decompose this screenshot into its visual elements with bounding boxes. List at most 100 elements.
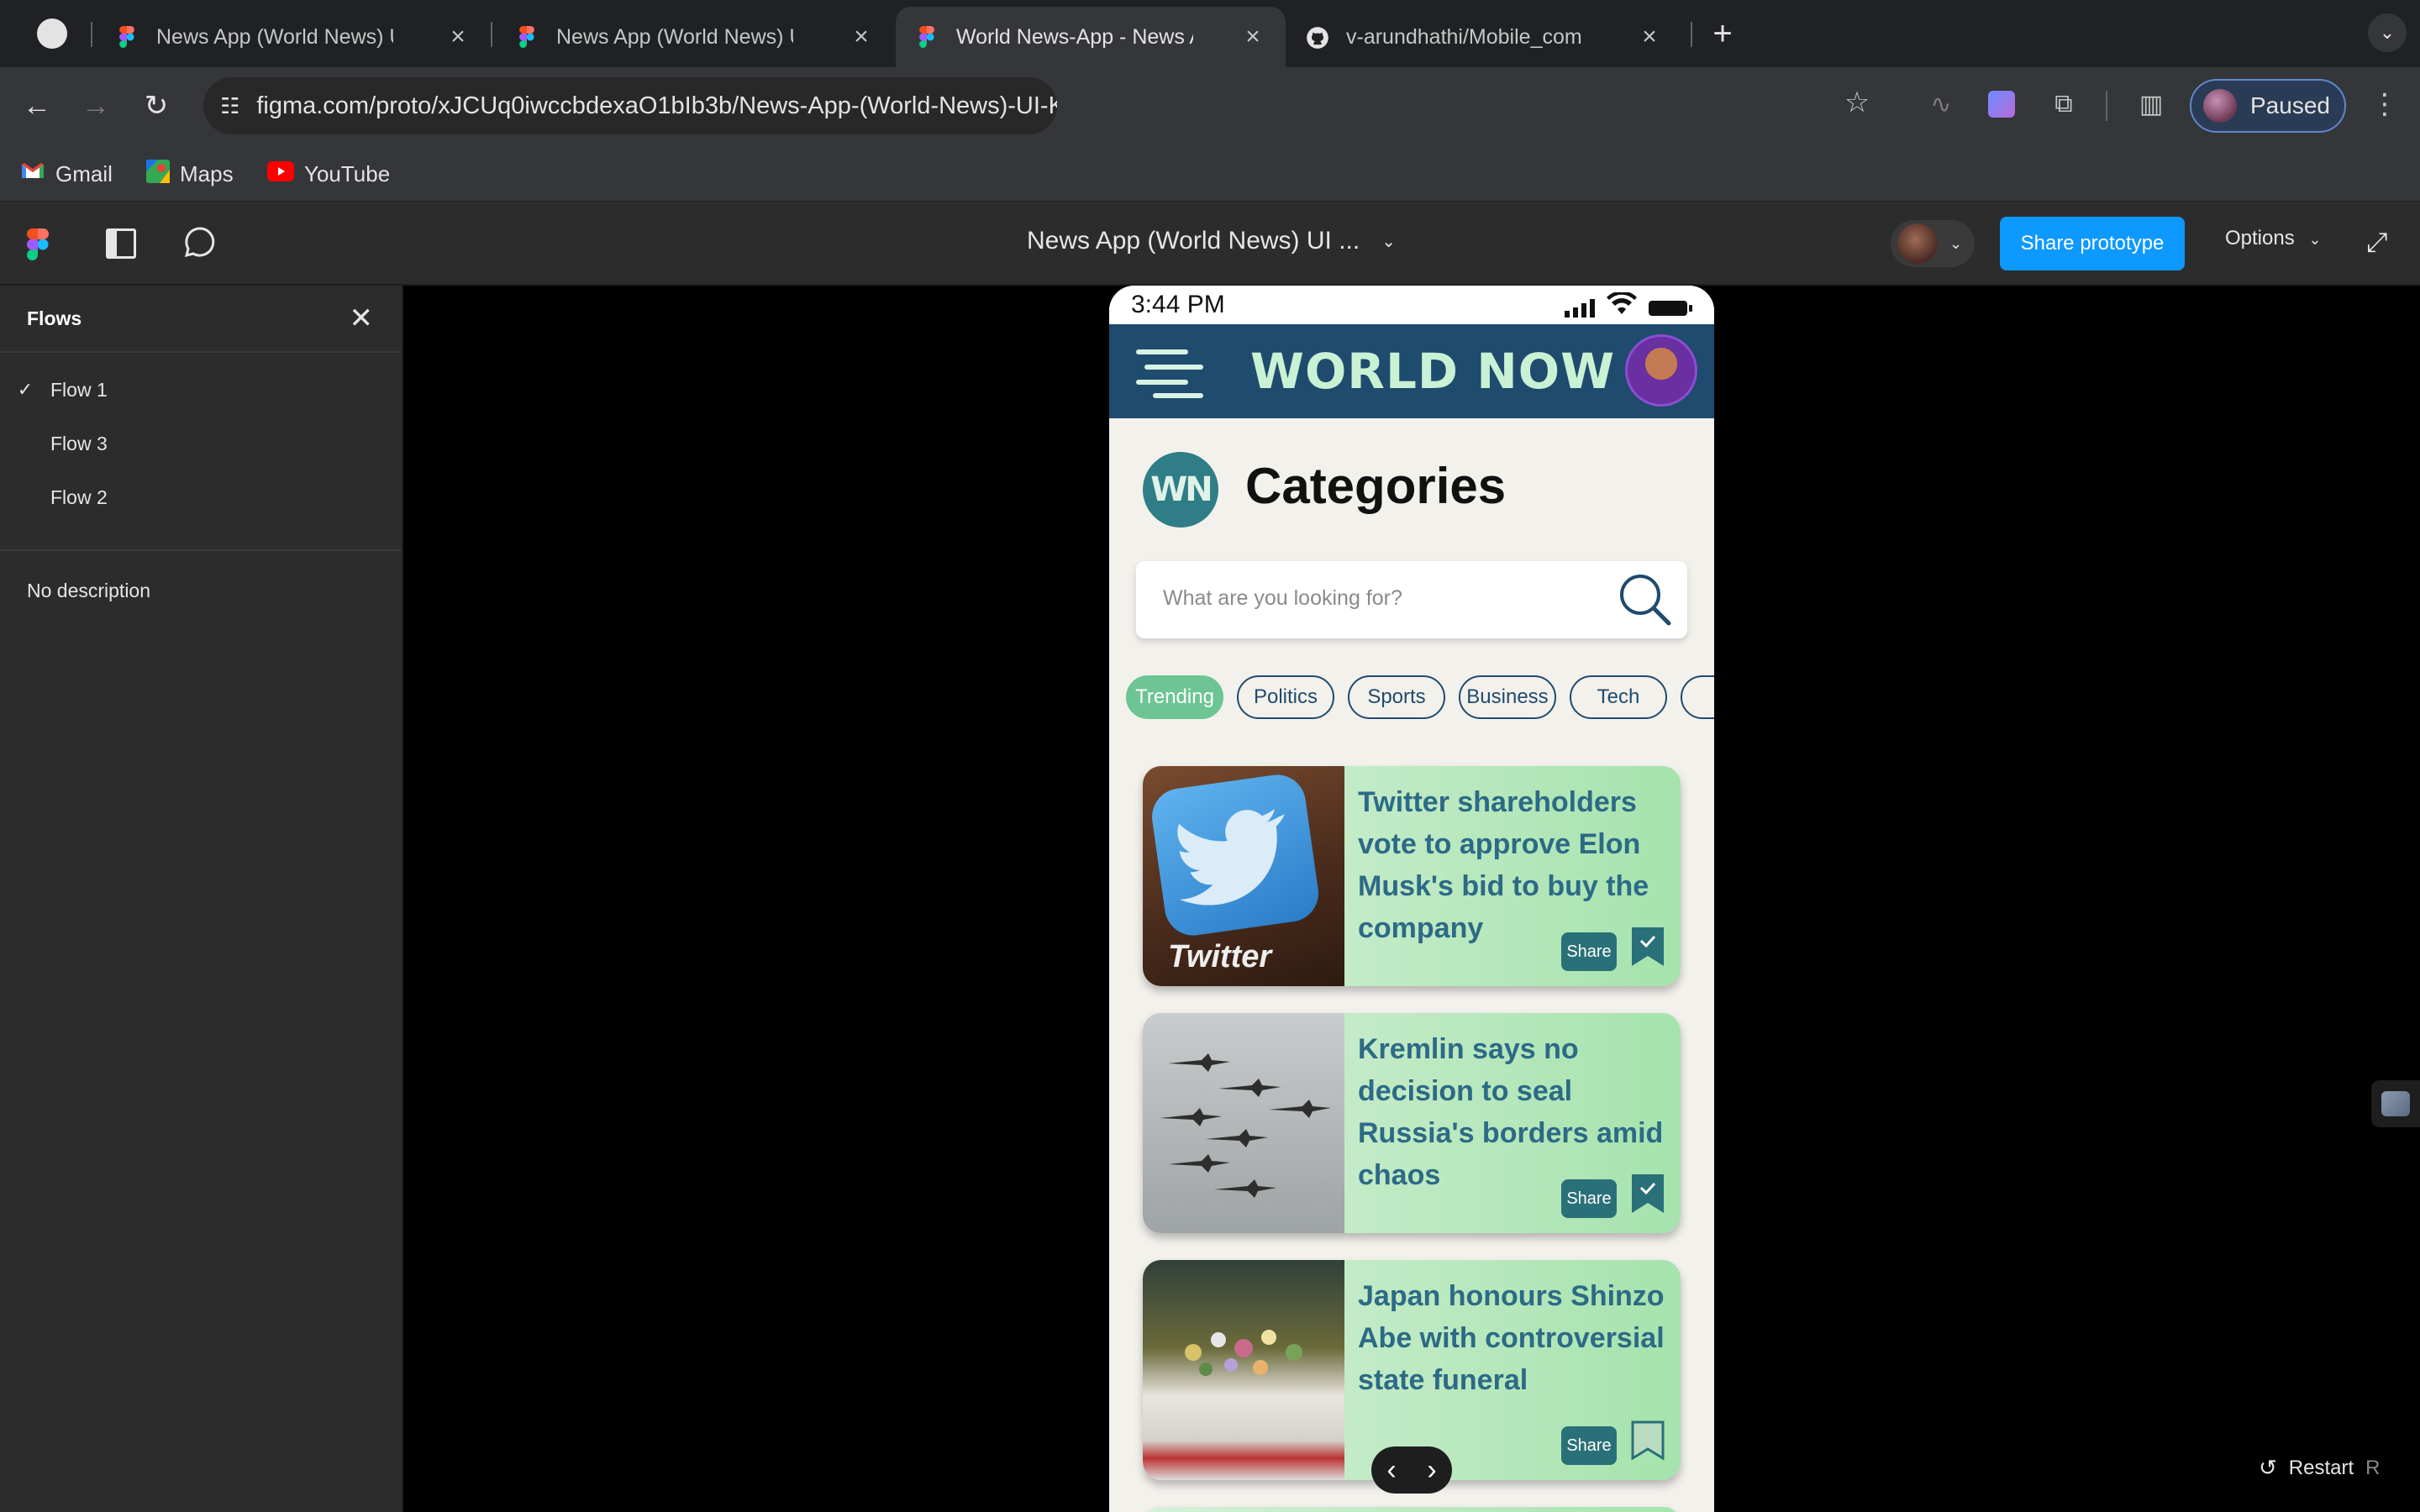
side-panel-icon[interactable]: ▥ — [2134, 87, 2168, 121]
previous-frame-icon[interactable]: ‹ — [1386, 1454, 1396, 1487]
sidebar-toggle-icon[interactable] — [106, 228, 136, 259]
bookmark-gmail[interactable]: Gmail — [20, 158, 113, 190]
profile-status: Paused — [2250, 92, 2330, 118]
browser-tab-4[interactable]: v-arundhathi/Mobile_computing × — [1286, 7, 1682, 67]
tab-search-icon[interactable] — [37, 18, 67, 49]
figma-prototype-header: News App (World News) UI ... ⌄ ⌄ Share p… — [0, 202, 2420, 286]
close-tab-icon[interactable]: × — [445, 23, 471, 51]
bookmark-checked-icon[interactable] — [1630, 926, 1665, 968]
forward-button[interactable]: → — [74, 84, 118, 128]
reload-button[interactable]: ↻ — [134, 84, 178, 128]
address-bar[interactable]: ☷ figma.com/proto/xJCUq0iwccbdexaO1bIb3b… — [203, 77, 1057, 134]
viewer-avatar-menu[interactable]: ⌄ — [1891, 220, 1975, 267]
browser-tab-1[interactable]: News App (World News) UI Kit (Community)… — [96, 7, 491, 67]
tab-title: World News-App - News App (World News) — [956, 24, 1193, 49]
category-chip-trending[interactable]: Trending — [1126, 675, 1223, 719]
profile-button[interactable]: Paused — [2190, 79, 2346, 133]
category-chip-business[interactable]: Business — [1459, 675, 1556, 719]
new-tab-icon[interactable]: + — [1706, 13, 1739, 54]
floating-extension-button[interactable] — [2371, 1080, 2420, 1127]
flows-panel: Flows ✕ ✓ Flow 1 Flow 3 Flow 2 No descri… — [0, 286, 403, 1512]
restart-label: Restart — [2288, 1456, 2354, 1479]
site-settings-icon[interactable]: ☷ — [220, 93, 239, 119]
search-placeholder: What are you looking for? — [1163, 586, 1402, 610]
flows-title: Flows — [27, 307, 82, 329]
category-chip-sports[interactable]: Sports — [1348, 675, 1445, 719]
news-card[interactable]: Twitter Twitter shareholders vote to app… — [1143, 766, 1681, 986]
flow-label: Flow 2 — [50, 486, 108, 508]
extensions-puzzle-icon[interactable]: ⧉ — [2047, 87, 2081, 121]
bookmark-star-icon[interactable]: ☆ — [1840, 86, 1874, 119]
browser-tab-2[interactable]: News App (World News) UI Kit (Community)… — [496, 7, 894, 67]
tab-search-dropdown-icon[interactable]: ⌄ — [2368, 13, 2407, 52]
chevron-down-icon: ⌄ — [2308, 231, 2322, 248]
close-tab-icon[interactable]: × — [1240, 23, 1265, 51]
category-chip-tech[interactable]: Tech — [1570, 675, 1667, 719]
page-title: Categories — [1245, 458, 1507, 514]
share-prototype-button[interactable]: Share prototype — [2000, 217, 2185, 270]
tab-separator — [91, 22, 92, 47]
github-icon — [1306, 26, 1328, 49]
checkmark-icon: ✓ — [17, 379, 34, 400]
performance-extension-icon[interactable]: ∿ — [1924, 87, 1958, 121]
back-button[interactable]: ← — [15, 84, 59, 128]
options-label: Options — [2225, 227, 2295, 249]
tab-title: News App (World News) UI Kit (Community) — [156, 24, 393, 49]
chrome-menu-icon[interactable]: ⋮ — [2368, 87, 2402, 121]
share-button[interactable]: Share — [1561, 1179, 1617, 1218]
news-card[interactable]: Kremlin says no decision to seal Russia'… — [1143, 1013, 1681, 1233]
options-menu[interactable]: Options ⌄ — [2225, 227, 2321, 250]
close-icon[interactable]: ✕ — [350, 302, 374, 335]
tab-separator — [1691, 22, 1692, 47]
hamburger-menu-icon[interactable] — [1136, 346, 1203, 398]
browser-toolbar: ← → ↻ ☷ figma.com/proto/xJCUq0iwccbdexaO… — [0, 67, 2420, 144]
twitter-app-icon — [1148, 771, 1323, 939]
category-chip-politics[interactable]: Politics — [1237, 675, 1334, 719]
article-headline[interactable]: Japan honours Shinzo Abe with controvers… — [1358, 1275, 1670, 1401]
browser-tab-3-active[interactable]: World News-App - News App (World News) × — [896, 7, 1286, 67]
bookmark-youtube[interactable]: YouTube — [267, 158, 390, 190]
flow-item-flow-1[interactable]: ✓ Flow 1 — [0, 365, 402, 415]
next-frame-icon[interactable]: › — [1427, 1454, 1436, 1487]
url-text: figma.com/proto/xJCUq0iwccbdexaO1bIb3b/N… — [256, 92, 1057, 119]
category-chip-more[interactable] — [1681, 675, 1714, 719]
close-tab-icon[interactable]: × — [1637, 23, 1662, 51]
tab-title: v-arundhathi/Mobile_computing — [1346, 24, 1583, 49]
figma-icon — [516, 26, 538, 48]
tab-separator — [491, 22, 492, 47]
user-avatar[interactable] — [1625, 334, 1697, 407]
article-image-twitter: Twitter — [1143, 766, 1344, 986]
search-bar[interactable]: What are you looking for? — [1136, 561, 1687, 638]
news-card[interactable] — [1143, 1507, 1681, 1512]
article-headline[interactable]: Kremlin says no decision to seal Russia'… — [1358, 1028, 1670, 1196]
flow-label: Flow 3 — [50, 432, 108, 454]
bookmark-checked-icon[interactable] — [1630, 1173, 1665, 1215]
battery-icon — [1649, 296, 1694, 324]
flowers-illustration — [1185, 1330, 1302, 1376]
bookmark-label: YouTube — [304, 160, 391, 186]
file-name-menu[interactable]: News App (World News) UI ... ⌄ — [1027, 227, 1396, 255]
flow-item-flow-2[interactable]: Flow 2 — [0, 472, 402, 522]
extension-icon[interactable] — [1985, 87, 2018, 121]
image-caption: Twitter — [1168, 939, 1272, 974]
restart-button[interactable]: ↺ Restart R — [2259, 1455, 2381, 1481]
close-tab-icon[interactable]: × — [849, 23, 874, 51]
flows-panel-header: Flows ✕ — [0, 286, 402, 353]
search-icon[interactable] — [1617, 571, 1674, 628]
maps-icon — [146, 159, 170, 189]
comment-icon[interactable] — [183, 225, 217, 263]
file-name: News App (World News) UI ... — [1027, 227, 1360, 255]
fighter-jets-illustration — [1160, 1053, 1331, 1198]
app-logo: WN — [1143, 452, 1218, 528]
article-headline[interactable]: Twitter shareholders vote to approve Elo… — [1358, 781, 1670, 949]
figma-logo-icon[interactable] — [27, 228, 49, 265]
share-button[interactable]: Share — [1561, 932, 1617, 971]
chevron-down-icon: ⌄ — [1949, 234, 1963, 252]
bookmark-maps[interactable]: Maps — [146, 158, 234, 190]
chevron-down-icon: ⌄ — [1381, 232, 1396, 251]
fullscreen-icon[interactable]: ⤢ — [2366, 227, 2388, 259]
flow-item-flow-3[interactable]: Flow 3 — [0, 418, 402, 469]
signal-icon — [1565, 296, 1598, 324]
share-button[interactable]: Share — [1561, 1426, 1617, 1465]
bookmark-icon[interactable] — [1630, 1420, 1665, 1462]
